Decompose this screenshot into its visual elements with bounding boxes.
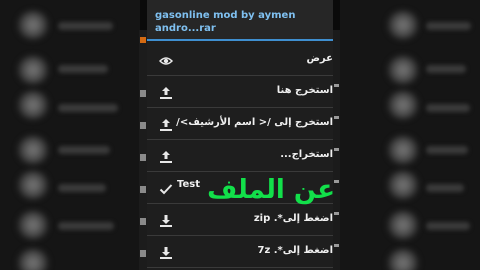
context-menu: gasonline mod by aymen andro...rar عرض ا…	[147, 0, 333, 270]
menu-item-label: اضغط إلى*. 7z	[257, 245, 333, 256]
menu-title-filename: andro...rar	[155, 23, 216, 34]
menu-item-label: عرض	[306, 53, 333, 64]
upload-icon	[159, 117, 173, 131]
menu-item-label: اضغط إلى*. zip	[253, 213, 333, 224]
menu-item-label: استخراج...	[280, 149, 333, 160]
download-icon	[159, 245, 173, 259]
upload-icon	[159, 149, 173, 163]
menu-item-view[interactable]: عرض	[147, 44, 333, 76]
background-right	[340, 0, 480, 270]
background-left	[0, 0, 140, 270]
menu-item-extract[interactable]: استخراج...	[147, 140, 333, 172]
menu-item-compress-7z[interactable]: اضغط إلى*. 7z	[147, 236, 333, 268]
overlay-caption: عن الملف	[207, 175, 335, 205]
eye-icon	[158, 53, 174, 67]
orange-marker	[140, 37, 146, 43]
menu-item-extract-to-archive-name[interactable]: استخرج إلى /< اسم الأرشيف>/	[147, 108, 333, 140]
menu-item-label: استخرج هنا	[276, 85, 333, 96]
underlying-app-edge-left	[139, 30, 147, 270]
menu-item-extract-here[interactable]: استخرج هنا	[147, 76, 333, 108]
menu-item-label: استخرج إلى /< اسم الأرشيف>/	[176, 117, 333, 128]
menu-header: gasonline mod by aymen andro...rar	[147, 0, 333, 41]
download-icon	[159, 213, 173, 227]
menu-title: gasonline mod by aymen	[155, 10, 296, 21]
upload-icon	[159, 85, 173, 99]
underlying-app-edge-right	[333, 30, 340, 270]
